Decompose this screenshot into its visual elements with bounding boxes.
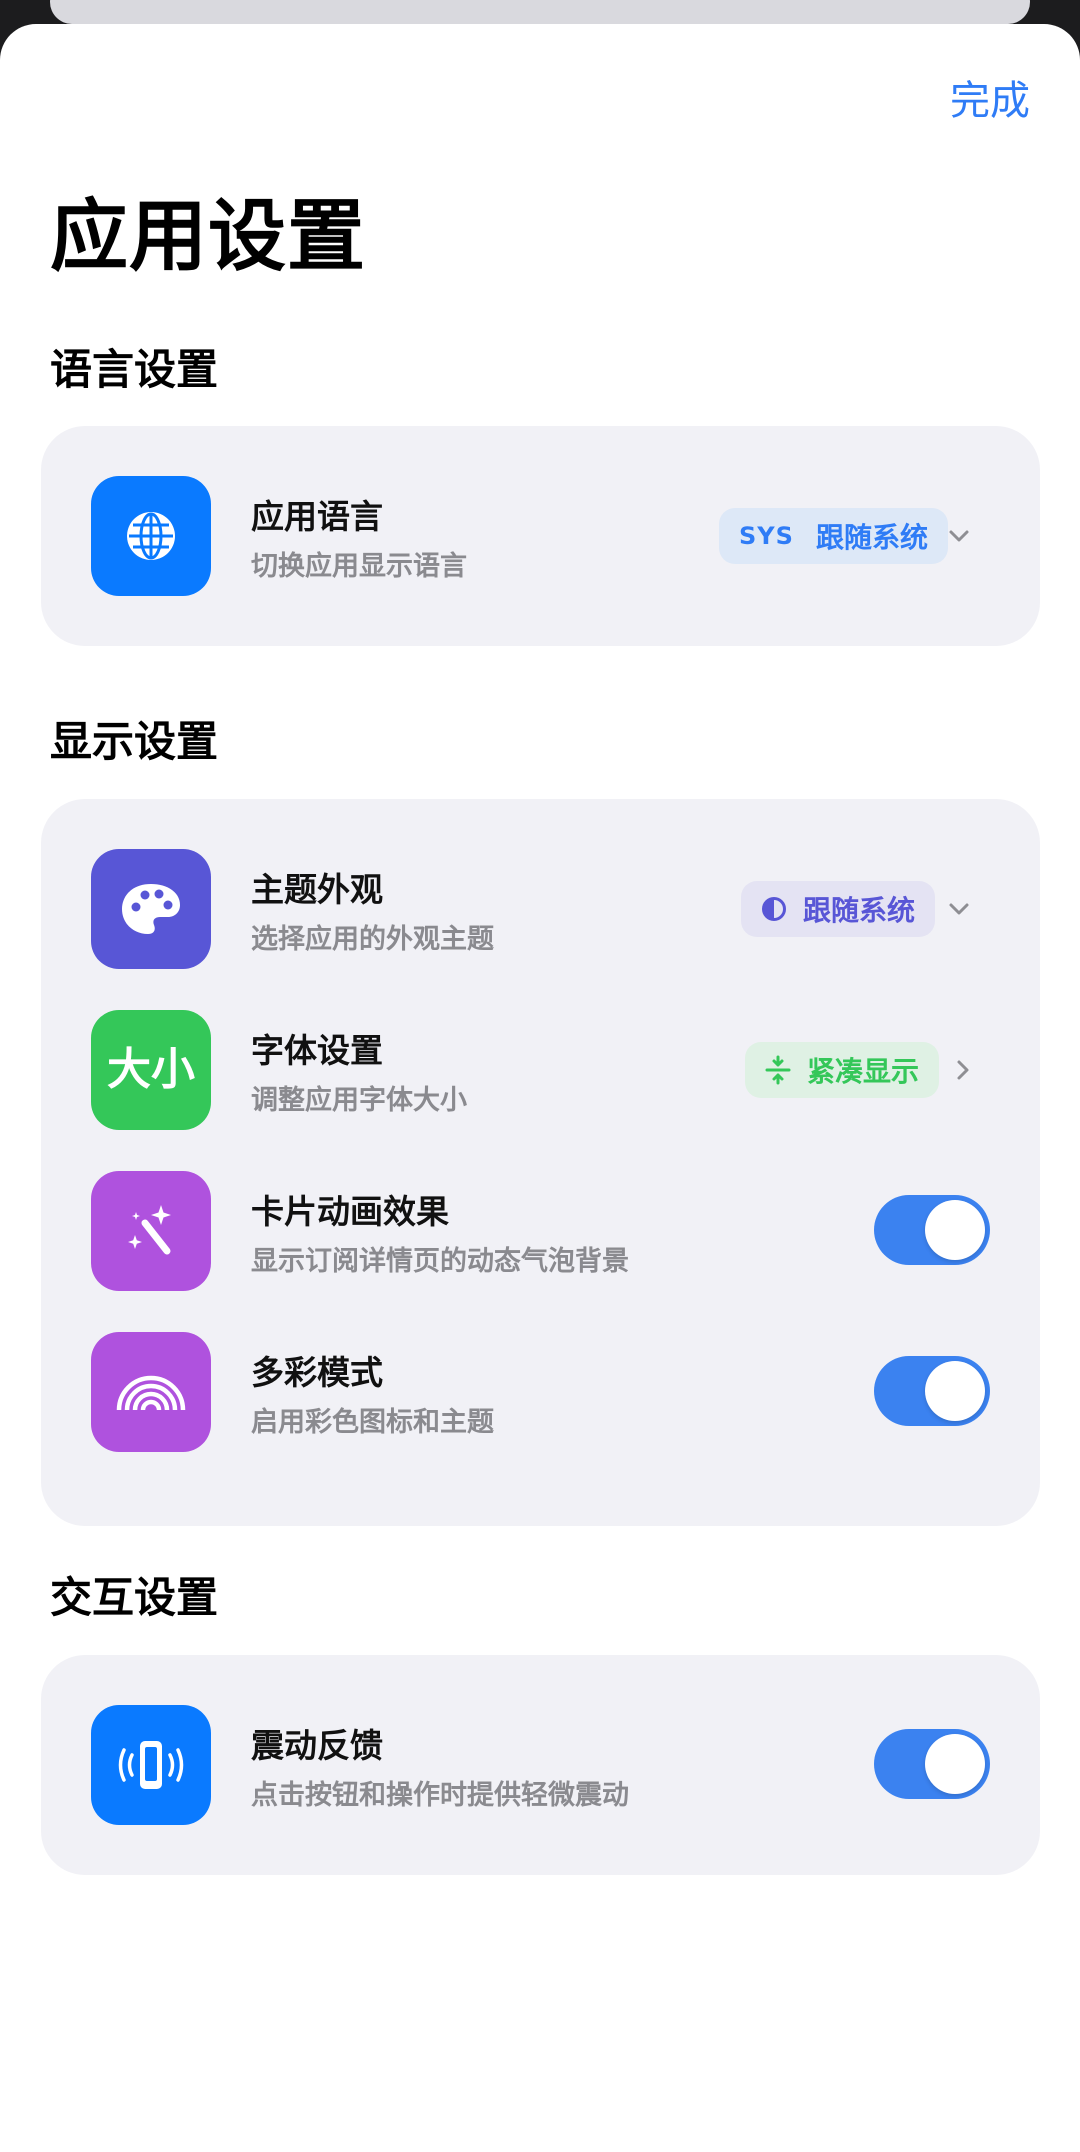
row-subtitle: 显示订阅详情页的动态气泡背景: [251, 1246, 629, 1277]
row-title: 多彩模式: [251, 1353, 383, 1392]
phone-vibrate-icon: [91, 1705, 211, 1825]
row-app-language[interactable]: 应用语言 切换应用显示语言 SYS 跟随系统: [41, 476, 1040, 596]
chevron-right-icon[interactable]: [945, 1052, 981, 1088]
theme-select[interactable]: 跟随系统: [741, 881, 936, 937]
magic-wand-icon: [91, 1171, 211, 1291]
background-sheet: [50, 0, 1030, 24]
theme-value: 跟随系统: [803, 894, 916, 927]
row-title: 卡片动画效果: [251, 1192, 449, 1231]
haptic-feedback-toggle[interactable]: [874, 1729, 990, 1799]
chevron-down-icon[interactable]: [941, 518, 977, 554]
language-value: 跟随系统: [815, 521, 928, 554]
row-card-animation: 卡片动画效果 显示订阅详情页的动态气泡背景: [41, 1171, 1040, 1291]
font-size-icon: 大小: [91, 1010, 211, 1130]
half-circle-icon: [761, 896, 787, 922]
compress-icon: [765, 1055, 791, 1085]
globe-icon: [91, 476, 211, 596]
row-subtitle: 切换应用显示语言: [251, 551, 467, 582]
toggle-knob: [925, 1734, 985, 1794]
row-theme[interactable]: 主题外观 选择应用的外观主题 跟随系统: [41, 849, 1040, 969]
section-title-language: 语言设置: [50, 345, 219, 394]
interaction-settings-card: 震动反馈 点击按钮和操作时提供轻微震动: [41, 1655, 1040, 1875]
page-title: 应用设置: [50, 192, 367, 282]
font-size-select[interactable]: 紧凑显示: [745, 1042, 940, 1098]
row-title: 应用语言: [251, 497, 383, 536]
row-title: 字体设置: [251, 1031, 383, 1070]
toggle-knob: [925, 1200, 985, 1260]
section-title-interaction: 交互设置: [50, 1573, 219, 1622]
settings-sheet: 完成 应用设置 语言设置 应用语言 切换应用显示语言 SYS 跟随系统 显示设置…: [0, 24, 1080, 2152]
display-settings-card: 主题外观 选择应用的外观主题 跟随系统 大小 字体设置 调整应用字体大小 紧凑显…: [41, 799, 1040, 1526]
row-subtitle: 调整应用字体大小: [251, 1085, 467, 1116]
row-title: 震动反馈: [251, 1726, 383, 1765]
chevron-down-icon[interactable]: [941, 891, 977, 927]
row-title: 主题外观: [251, 870, 383, 909]
row-subtitle: 点击按钮和操作时提供轻微震动: [251, 1780, 629, 1811]
language-code-badge: SYS: [739, 522, 794, 550]
row-subtitle: 启用彩色图标和主题: [251, 1407, 494, 1438]
palette-icon: [91, 849, 211, 969]
font-size-value: 紧凑显示: [807, 1055, 920, 1088]
done-button[interactable]: 完成: [950, 68, 1030, 126]
language-select[interactable]: SYS 跟随系统: [719, 508, 948, 564]
card-animation-toggle[interactable]: [874, 1195, 990, 1265]
row-haptic-feedback: 震动反馈 点击按钮和操作时提供轻微震动: [41, 1705, 1040, 1825]
section-title-display: 显示设置: [50, 717, 219, 766]
toggle-knob: [925, 1361, 985, 1421]
rainbow-icon: [91, 1332, 211, 1452]
row-colorful-mode: 多彩模式 启用彩色图标和主题: [41, 1332, 1040, 1452]
language-settings-card: 应用语言 切换应用显示语言 SYS 跟随系统: [41, 426, 1040, 646]
row-subtitle: 选择应用的外观主题: [251, 924, 494, 955]
row-font[interactable]: 大小 字体设置 调整应用字体大小 紧凑显示: [41, 1010, 1040, 1130]
font-size-icon-text: 大小: [107, 1044, 195, 1095]
colorful-mode-toggle[interactable]: [874, 1356, 990, 1426]
